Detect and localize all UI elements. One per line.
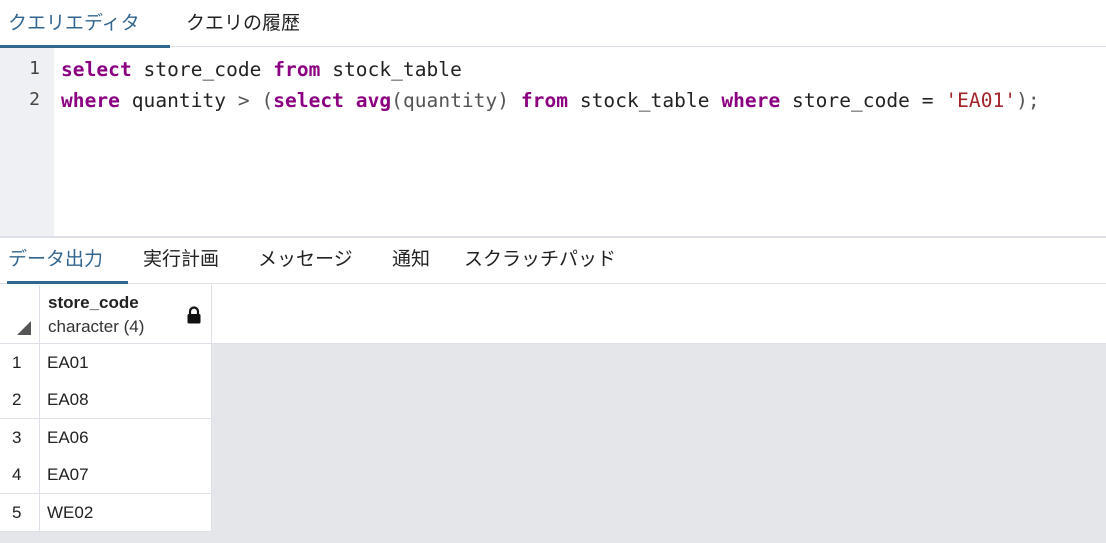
results-tab-bar: データ出力 実行計画 メッセージ 通知 スクラッチパッド [0, 238, 1106, 284]
table-cell[interactable]: EA08 [40, 381, 212, 419]
code-line[interactable]: select store_code from stock_table [61, 58, 462, 81]
column-name: store_code [48, 293, 139, 312]
sql-keyword: avg [355, 89, 392, 112]
sql-token: stock_table [320, 58, 462, 81]
data-output-grid: store_code character (4) 1 EA01 2 EA08 3… [0, 285, 1106, 543]
code-line[interactable]: where quantity > (select avg(quantity) f… [61, 89, 1040, 112]
sql-token: > ( [237, 89, 274, 112]
sql-keyword: from [520, 89, 569, 112]
sql-token: (quantity) [391, 89, 521, 112]
table-cell[interactable]: WE02 [40, 494, 212, 532]
row-number[interactable]: 4 [0, 456, 40, 494]
corner-triangle-icon [17, 321, 31, 335]
sql-token: store_code = [780, 89, 946, 112]
line-number: 1 [29, 58, 40, 79]
sql-string-literal: 'EA01' [945, 89, 1017, 112]
sql-keyword: where [61, 89, 120, 112]
table-cell[interactable]: EA07 [40, 456, 212, 494]
sql-token: quantity [119, 89, 238, 112]
table-row: 2 EA08 [0, 381, 212, 419]
table-row: 4 EA07 [0, 456, 212, 494]
column-header-store-code[interactable]: store_code character (4) [40, 285, 212, 344]
tab-data-output[interactable]: データ出力 [7, 238, 128, 284]
select-all-corner[interactable] [0, 285, 40, 344]
row-number[interactable]: 3 [0, 419, 40, 457]
tab-notifications[interactable]: 通知 [392, 238, 430, 283]
table-row: 5 WE02 [0, 494, 212, 532]
sql-keyword: where [721, 89, 781, 112]
table-row: 1 EA01 [0, 344, 212, 382]
column-type: character (4) [48, 317, 145, 336]
sql-token: stock_table [568, 89, 722, 112]
table-cell[interactable]: EA06 [40, 419, 212, 457]
line-number: 2 [29, 89, 40, 110]
table-cell[interactable]: EA01 [40, 344, 212, 382]
sql-token: store_code [131, 58, 274, 81]
row-number[interactable]: 5 [0, 494, 40, 532]
lock-icon [187, 306, 201, 324]
tab-explain[interactable]: 実行計画 [143, 238, 219, 283]
row-number[interactable]: 1 [0, 344, 40, 382]
tab-query-editor[interactable]: クエリエディタ [0, 0, 170, 48]
sql-keyword: select [61, 58, 132, 81]
line-number-gutter: 1 2 [0, 48, 54, 236]
row-number[interactable]: 2 [0, 381, 40, 419]
header-filler [212, 285, 1106, 344]
query-tab-bar: クエリエディタ クエリの履歴 [0, 0, 1106, 48]
tab-query-history[interactable]: クエリの履歴 [186, 0, 300, 47]
sql-editor[interactable]: 1 2 select store_code from stock_table w… [0, 48, 1106, 236]
sql-keyword: from [273, 58, 321, 81]
tab-scratch-pad[interactable]: スクラッチパッド [464, 238, 616, 283]
tab-messages[interactable]: メッセージ [258, 238, 353, 283]
table-row: 3 EA06 [0, 419, 212, 457]
sql-token: ); [1016, 89, 1040, 112]
sql-keyword: select [273, 89, 344, 112]
